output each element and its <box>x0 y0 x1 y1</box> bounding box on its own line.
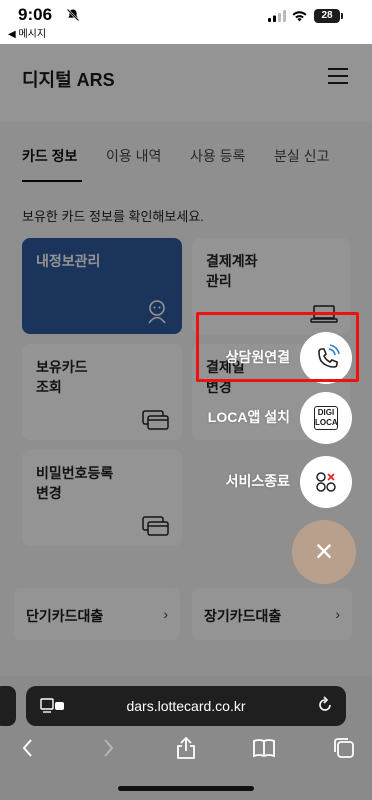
back-icon[interactable] <box>16 736 40 760</box>
fab-label: LOCA앱 설치 <box>207 409 290 425</box>
url-text: dars.lottecard.co.kr <box>126 698 246 714</box>
icon-text: DIGI <box>317 408 335 417</box>
forward-icon[interactable] <box>96 736 120 760</box>
icon-text: LOCA <box>315 418 338 427</box>
close-icon: × <box>314 533 334 569</box>
home-indicator <box>118 786 254 791</box>
fab-label: 서비스종료 <box>225 473 290 489</box>
fab-close-button[interactable]: × <box>292 520 356 584</box>
share-icon[interactable] <box>174 736 198 760</box>
cellular-signal-icon <box>268 10 286 22</box>
highlight-box <box>196 312 359 382</box>
digi-loca-icon[interactable]: DIGI LOCA <box>300 392 352 444</box>
browser-toolbar: dars.lottecard.co.kr <box>0 676 372 800</box>
previous-tab[interactable] <box>0 686 16 726</box>
tabs-icon[interactable] <box>332 736 356 760</box>
service-end-icon[interactable] <box>300 456 352 508</box>
wifi-icon <box>292 11 307 22</box>
fab-item-loca-install[interactable]: LOCA앱 설치 DIGI LOCA <box>200 392 352 444</box>
bookmarks-icon[interactable] <box>252 736 276 760</box>
back-to-messages-link[interactable]: ◀ 메시지 <box>8 25 46 40</box>
address-bar[interactable]: dars.lottecard.co.kr <box>26 686 346 726</box>
status-time: 9:06 <box>18 5 53 24</box>
status-bar: 9:06 ◀ 메시지 28 <box>0 0 372 44</box>
battery-tip <box>341 13 343 19</box>
battery-level: 28 <box>314 9 340 23</box>
fab-item-service-end[interactable]: 서비스종료 <box>200 456 352 508</box>
reload-icon[interactable] <box>316 696 334 714</box>
mute-bell-icon <box>66 8 80 22</box>
